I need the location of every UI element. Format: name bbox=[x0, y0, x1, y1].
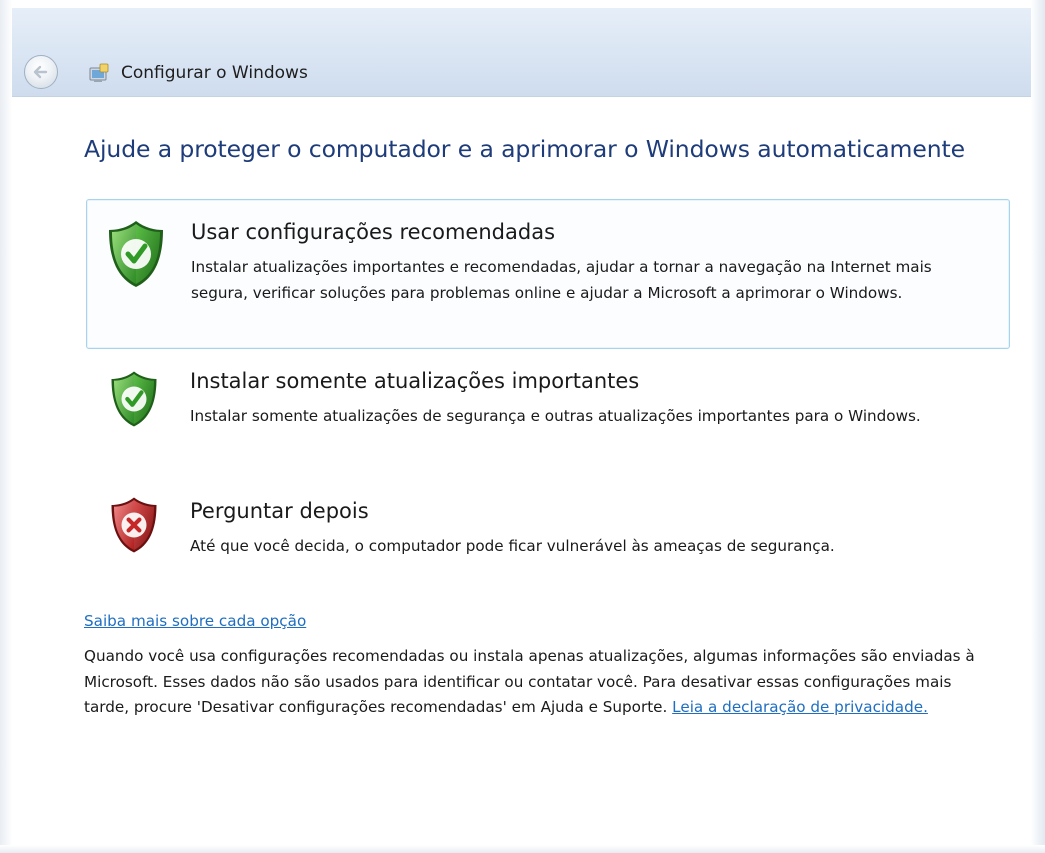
window-border-bottom bbox=[0, 845, 1045, 853]
option-description: Instalar atualizações importantes e reco… bbox=[191, 258, 932, 302]
setup-window: Configurar o Windows Ajude a proteger o … bbox=[0, 0, 1045, 853]
option-important-updates-only[interactable]: Instalar somente atualizações importante… bbox=[86, 359, 1010, 459]
back-button[interactable] bbox=[24, 55, 58, 89]
learn-more-link[interactable]: Saiba mais sobre cada opção bbox=[84, 612, 306, 630]
option-recommended-settings[interactable]: Usar configurações recomendadas Instalar… bbox=[86, 199, 1010, 349]
option-title: Usar configurações recomendadas bbox=[191, 220, 556, 244]
setup-app-icon bbox=[89, 63, 109, 82]
main-content: Ajude a proteger o computador e a aprimo… bbox=[12, 97, 1031, 845]
window-border-right bbox=[1031, 0, 1045, 853]
option-description: Até que você decida, o computador pode f… bbox=[190, 537, 835, 555]
window-border-left bbox=[0, 0, 12, 853]
option-title: Perguntar depois bbox=[190, 499, 369, 523]
back-arrow-icon bbox=[33, 65, 48, 79]
title-bar: Configurar o Windows bbox=[12, 8, 1031, 97]
option-ask-later[interactable]: Perguntar depois Até que você decida, o … bbox=[86, 489, 1010, 569]
shield-check-icon bbox=[109, 221, 163, 287]
shield-x-icon bbox=[111, 497, 157, 553]
privacy-statement-link[interactable]: Leia a declaração de privacidade. bbox=[672, 698, 928, 716]
page-heading: Ajude a proteger o computador e a aprimo… bbox=[84, 135, 965, 163]
option-title: Instalar somente atualizações importante… bbox=[190, 369, 640, 393]
shield-check-icon bbox=[111, 371, 157, 427]
privacy-info-text: Quando você usa configurações recomendad… bbox=[84, 644, 984, 721]
window-title: Configurar o Windows bbox=[121, 63, 308, 83]
option-description: Instalar somente atualizações de seguran… bbox=[190, 407, 921, 425]
